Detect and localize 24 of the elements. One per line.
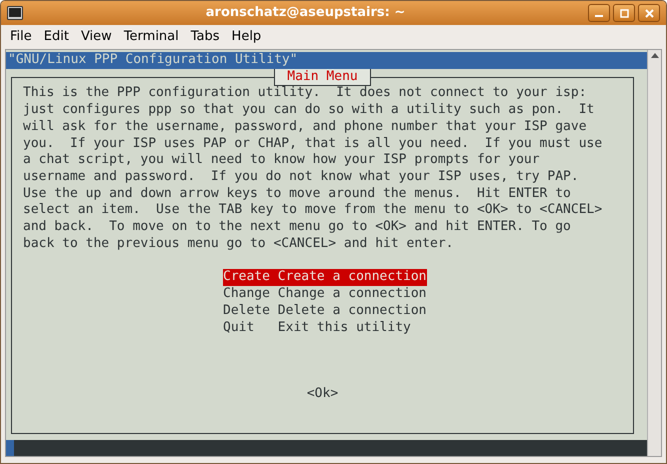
menu-item[interactable]: Edit xyxy=(38,27,74,47)
menu-option[interactable]: Delete Delete a connection xyxy=(223,302,427,320)
maximize-button[interactable] xyxy=(613,4,635,22)
scrollbar[interactable] xyxy=(647,50,661,456)
close-icon xyxy=(644,8,654,18)
close-button[interactable] xyxy=(638,4,660,22)
menu-item[interactable]: File xyxy=(5,27,37,47)
scroll-up-icon[interactable] xyxy=(650,53,658,58)
menu-option[interactable]: Quit Exit this utility xyxy=(223,320,411,336)
maximize-icon xyxy=(620,8,628,18)
terminal-icon xyxy=(7,6,23,20)
window-title: aronschatz@aseupstairs: ~ xyxy=(206,4,406,22)
backtitle-bar: "GNU/Linux PPP Configuration Utility" xyxy=(6,52,647,69)
menu-item[interactable]: View xyxy=(76,27,117,47)
ok-button[interactable]: <Ok> xyxy=(306,386,338,403)
dialog-message: This is the PPP configuration utility. It does not connect to your isp: just configures ppp so that you can do so with a utility such as pon. It will ask for the username, password, and phone number that your ISP gave you. If your ISP uses PAP or CHAP, that is all you need. If you must use a chat script, you will need to know how your ISP prompts for your username and password. If you do not know what your ISP uses, try PAP. Use the up and down arrow keys to move around the menus. Hit ENTER to select an item. Use the TAB key to move from the menu to <OK> to <CANCEL> and back. To move on to the next menu go to <OK> and hit ENTER. To go back to the previous menu go to <CANCEL> and hit enter. xyxy=(22,85,604,252)
dialog-title: Main Menu xyxy=(274,68,371,86)
menu-option[interactable]: Create Create a connection xyxy=(223,269,427,286)
menu-item[interactable]: Help xyxy=(226,27,266,47)
terminal-cursor xyxy=(6,440,14,456)
menu-item[interactable]: Terminal xyxy=(118,27,184,47)
menu-item[interactable]: Tabs xyxy=(186,27,225,47)
minimize-button[interactable] xyxy=(588,4,610,22)
menu-option[interactable]: Change Change a connection xyxy=(223,286,427,303)
